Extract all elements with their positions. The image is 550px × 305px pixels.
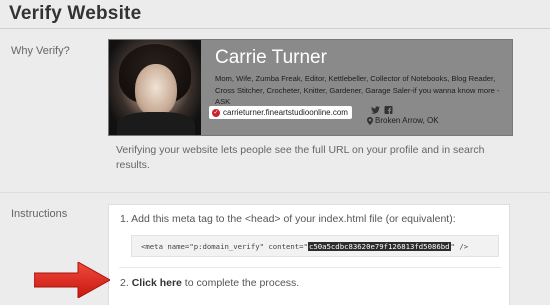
step-2-prefix: 2. — [120, 277, 132, 289]
location-text: Broken Arrow, OK — [375, 116, 439, 125]
website-url: carrieturner.fineartstudioonline.com — [223, 108, 348, 117]
profile-preview-card: Carrie Turner Mom, Wife, Zumba Freak, Ed… — [108, 39, 513, 136]
meta-tag-code[interactable]: <meta name="p:domain_verify" content=" c5… — [131, 235, 499, 257]
social-links — [371, 106, 393, 114]
code-suffix: " /> — [450, 241, 469, 251]
red-arrow-icon — [34, 262, 110, 298]
click-here-link[interactable]: Click here — [132, 277, 182, 289]
section-divider — [0, 192, 550, 193]
verify-description: Verifying your website lets people see t… — [116, 144, 485, 171]
why-verify-label: Why Verify? — [11, 45, 70, 57]
step-1-text: 1. Add this meta tag to the <head> of yo… — [120, 213, 456, 225]
location-pin-icon — [367, 116, 373, 125]
profile-name: Carrie Turner — [215, 47, 327, 68]
verification-code[interactable]: c50a5cdbc83620e79f126813fd5086bd — [307, 241, 451, 251]
step-2-suffix: to complete the process. — [181, 277, 300, 289]
code-prefix: <meta name="p:domain_verify" content=" — [141, 241, 308, 251]
website-badge[interactable]: ✓ carrieturner.fineartstudioonline.com — [209, 106, 352, 119]
page-title: Verify Website — [9, 3, 142, 24]
title-divider — [0, 28, 550, 29]
instructions-panel: 1. Add this meta tag to the <head> of yo… — [108, 204, 510, 305]
location: Broken Arrow, OK — [367, 116, 439, 125]
steps-divider — [119, 267, 501, 268]
avatar — [109, 40, 201, 135]
verified-check-icon: ✓ — [212, 108, 220, 117]
instructions-label: Instructions — [11, 208, 68, 220]
twitter-icon[interactable] — [371, 106, 380, 114]
facebook-icon[interactable] — [384, 106, 393, 114]
step-2-text: 2. Click here to complete the process. — [120, 277, 299, 289]
profile-bio: Mom, Wife, Zumba Freak, Editor, Kettlebe… — [215, 74, 500, 106]
